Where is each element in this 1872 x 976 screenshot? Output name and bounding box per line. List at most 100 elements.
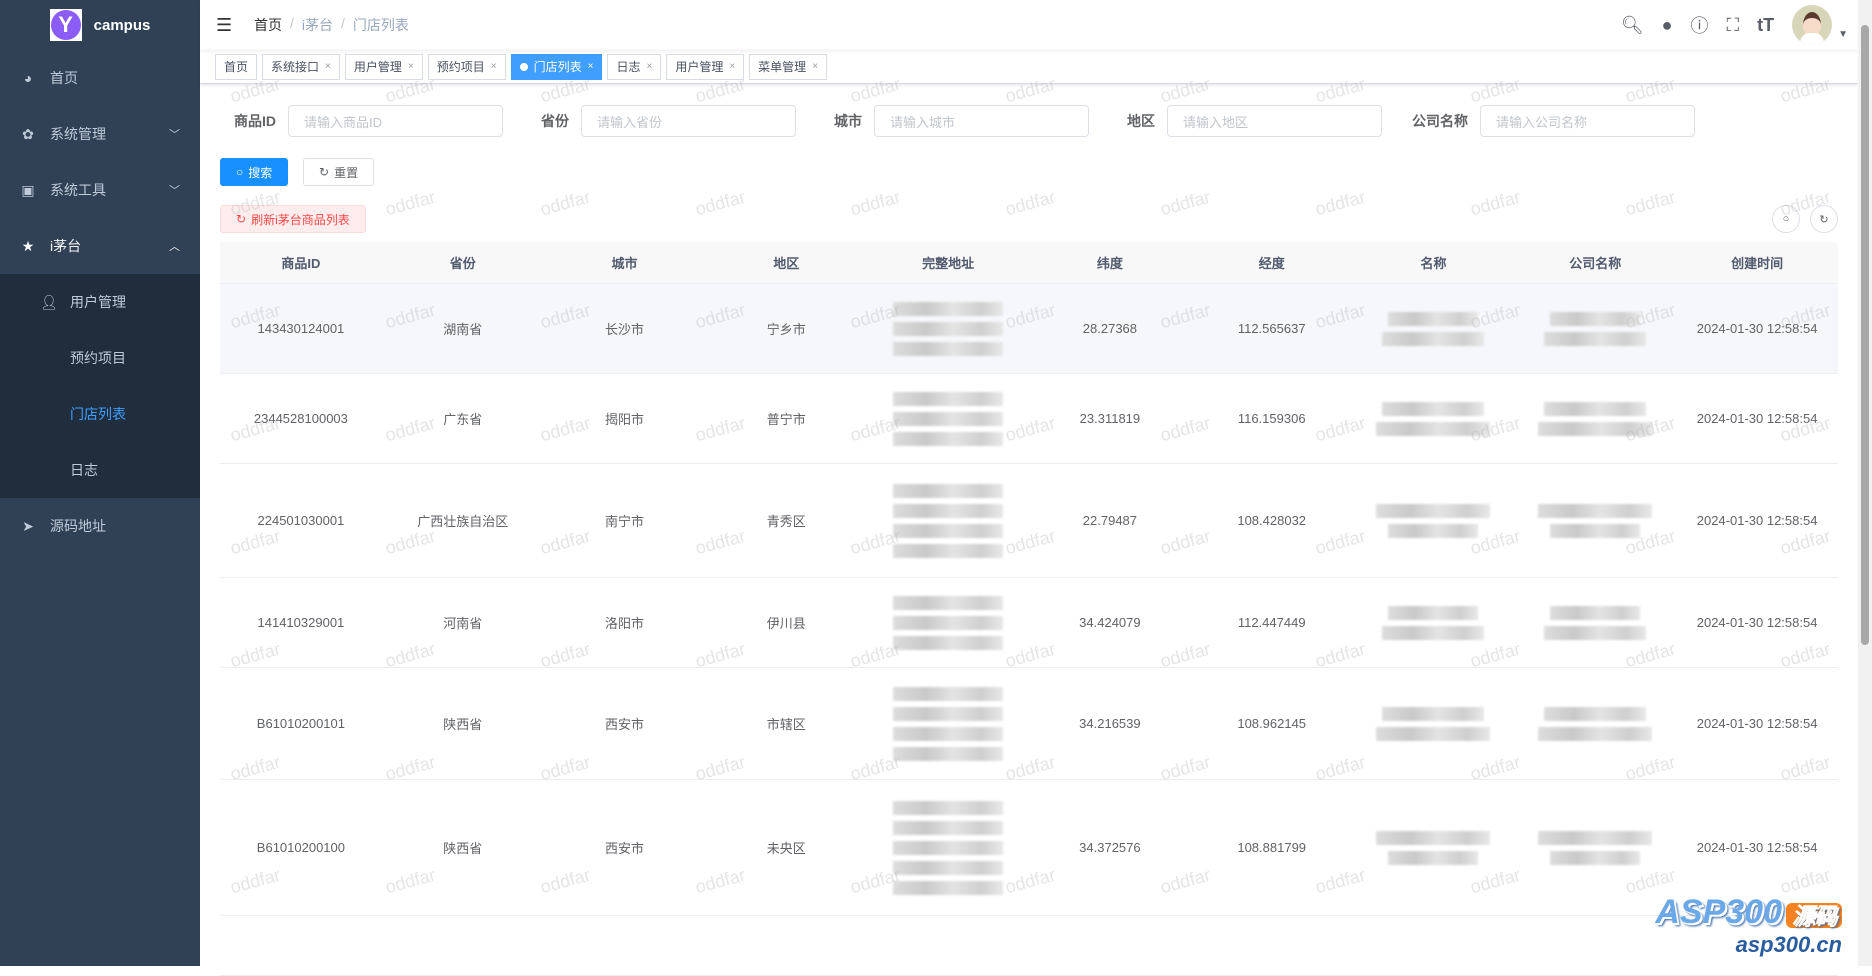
- search-icon[interactable]: 🔍︎: [1621, 15, 1644, 36]
- close-icon[interactable]: ×: [408, 61, 414, 72]
- province-input[interactable]: 请输入省份: [581, 105, 796, 137]
- column-header: 商品ID: [281, 256, 321, 271]
- close-icon[interactable]: ×: [812, 61, 818, 72]
- fullscreen-icon[interactable]: ⛶: [1726, 15, 1739, 36]
- cell-lng: 112.447449: [1237, 615, 1306, 630]
- table-row[interactable]: B61010200100 陕西省 西安市 未央区 34.372576 108.881799…: [220, 780, 1838, 916]
- cell-created: 2024-01-30 12:58:54: [1696, 411, 1818, 426]
- table-row[interactable]: [220, 916, 1838, 976]
- cell-district: 市辖区: [766, 717, 806, 732]
- cell-province: 湖南省: [443, 322, 483, 337]
- tag-user-management-2[interactable]: 用户管理 ×: [666, 53, 745, 80]
- hamburger-icon[interactable]: ☰: [216, 15, 236, 36]
- close-icon[interactable]: ×: [729, 61, 735, 72]
- table-row[interactable]: 2344528100003 广东省 揭阳市 普宁市 23.311819 116.15930…: [220, 374, 1838, 464]
- tag-home[interactable]: 首页: [215, 53, 258, 80]
- close-icon[interactable]: ×: [646, 61, 652, 72]
- avatar[interactable]: [1792, 5, 1833, 45]
- help-icon[interactable]: ⓘ: [1690, 12, 1708, 38]
- redacted-cell: [867, 800, 1029, 895]
- gear-icon: ✿: [22, 125, 34, 142]
- column-header: 省份: [449, 256, 476, 271]
- breadcrumb-separator: /: [290, 15, 294, 31]
- redacted-cell: [867, 301, 1029, 356]
- cell-district: 伊川县: [766, 616, 806, 631]
- company-input[interactable]: 请输入公司名称: [1480, 105, 1695, 137]
- sidebar-item-store-list[interactable]: 门店列表: [0, 386, 200, 442]
- sidebar-item-user-management[interactable]: 👤︎ 用户管理: [0, 274, 200, 330]
- close-icon[interactable]: ×: [325, 61, 331, 72]
- tag-store-list[interactable]: 门店列表 ×: [510, 53, 603, 80]
- search-icon: ○: [236, 165, 244, 179]
- redacted-cell: [867, 595, 1029, 650]
- city-input[interactable]: 请输入城市: [874, 105, 1089, 137]
- redacted-cell: [1514, 311, 1676, 346]
- toggle-search-button[interactable]: ○: [1772, 205, 1800, 233]
- column-header: 名称: [1420, 256, 1447, 271]
- scrollbar[interactable]: [1858, 0, 1872, 966]
- table-row[interactable]: 224501030001 广西壮族自治区 南宁市 青秀区 22.79487 108.428…: [220, 464, 1838, 578]
- tag-system-api[interactable]: 系统接口 ×: [262, 53, 340, 80]
- redacted-cell: [1353, 830, 1515, 865]
- cell-district: 青秀区: [766, 514, 806, 529]
- close-icon[interactable]: ×: [491, 61, 497, 72]
- sidebar-item-log[interactable]: 日志: [0, 442, 200, 498]
- search-icon: ○: [1782, 213, 1790, 225]
- district-input[interactable]: 请输入地区: [1167, 105, 1382, 137]
- store-table: 商品ID 省份 城市 地区 完整地址 纬度 经度 名称 公司名称 创建时间 14343012400…: [220, 242, 1838, 976]
- sidebar-item-system[interactable]: ✿ 系统管理 ﹀: [0, 106, 200, 162]
- font-size-icon[interactable]: tT: [1757, 15, 1774, 36]
- tag-reservation[interactable]: 预约项目 ×: [427, 53, 506, 80]
- column-header: 地区: [773, 256, 800, 271]
- reset-button[interactable]: ↻ 重置: [303, 158, 375, 186]
- imaotai-submenu: 👤︎ 用户管理 预约项目 门店列表 日志: [0, 274, 200, 498]
- sidebar-item-home[interactable]: ◕ 首页: [0, 50, 200, 106]
- cell-id: 141410329001: [257, 615, 345, 630]
- sidebar-item-tools[interactable]: ▣ 系统工具 ﹀: [0, 162, 200, 218]
- column-header: 城市: [611, 256, 638, 271]
- refresh-icon: ↻: [319, 165, 330, 179]
- navbar: ☰ 首页 / i茅台 / 门店列表 🔍︎ ● ⓘ ⛶ tT ▼: [200, 0, 1858, 50]
- main-area: ☰ 首页 / i茅台 / 门店列表 🔍︎ ● ⓘ ⛶ tT ▼ 首页 系统接口 × 用…: [200, 0, 1858, 976]
- scrollbar-thumb[interactable]: [1861, 25, 1869, 645]
- redacted-cell: [1514, 503, 1676, 538]
- column-header: 公司名称: [1569, 256, 1622, 271]
- tag-menu-management[interactable]: 菜单管理 ×: [749, 53, 828, 80]
- redacted-cell: [867, 686, 1029, 761]
- toolbox-icon: ▣: [21, 181, 35, 198]
- column-header: 经度: [1258, 256, 1285, 271]
- send-icon: ➤: [22, 517, 34, 534]
- breadcrumb-home[interactable]: 首页: [254, 15, 282, 35]
- caret-down-icon[interactable]: ▼: [1838, 29, 1848, 40]
- sidebar-item-source[interactable]: ➤ 源码地址: [0, 498, 200, 554]
- cell-province: 广东省: [443, 412, 483, 427]
- sidebar-item-reservation[interactable]: 预约项目: [0, 330, 200, 386]
- redacted-cell: [1514, 605, 1676, 640]
- refresh-table-button[interactable]: ↻: [1810, 205, 1838, 233]
- cell-id: 143430124001: [257, 321, 345, 336]
- cell-district: 宁乡市: [766, 322, 806, 337]
- app-logo[interactable]: Y campus: [0, 0, 200, 50]
- cell-id: B61010200101: [256, 716, 345, 731]
- github-icon[interactable]: ●: [1662, 15, 1673, 36]
- cell-lng: 108.428032: [1237, 513, 1307, 528]
- redacted-cell: [1353, 503, 1515, 538]
- refresh-products-button[interactable]: ↻ 刷新i茅台商品列表: [220, 205, 366, 233]
- table-row[interactable]: 143430124001 湖南省 长沙市 宁乡市 28.27368 112.565637 2…: [220, 284, 1838, 374]
- tag-user-management[interactable]: 用户管理 ×: [344, 53, 423, 80]
- table-row[interactable]: B61010200101 陕西省 西安市 市辖区 34.216539 108.962145…: [220, 668, 1838, 780]
- cell-lat: 28.27368: [1082, 321, 1138, 336]
- product-id-input[interactable]: 请输入商品ID: [288, 105, 503, 137]
- search-button[interactable]: ○ 搜索: [220, 158, 289, 186]
- tag-log[interactable]: 日志 ×: [607, 53, 662, 80]
- close-icon[interactable]: ×: [588, 61, 594, 72]
- table-row[interactable]: 141410329001 河南省 洛阳市 伊川县 34.424079 112.447449…: [220, 578, 1838, 668]
- redacted-cell: [1353, 311, 1515, 346]
- redacted-cell: [1514, 401, 1676, 436]
- filter-label: 公司名称: [1412, 113, 1468, 129]
- sidebar-item-imaotai[interactable]: ★ i茅台 ︿: [0, 218, 200, 274]
- search-form: 商品ID 请输入商品ID 省份 请输入省份 城市 请输入城市 地区 请输入地区 公司名称…: [220, 105, 1695, 137]
- refresh-icon: ↻: [236, 212, 247, 226]
- filter-label: 省份: [541, 113, 569, 129]
- redacted-cell: [1514, 830, 1676, 865]
